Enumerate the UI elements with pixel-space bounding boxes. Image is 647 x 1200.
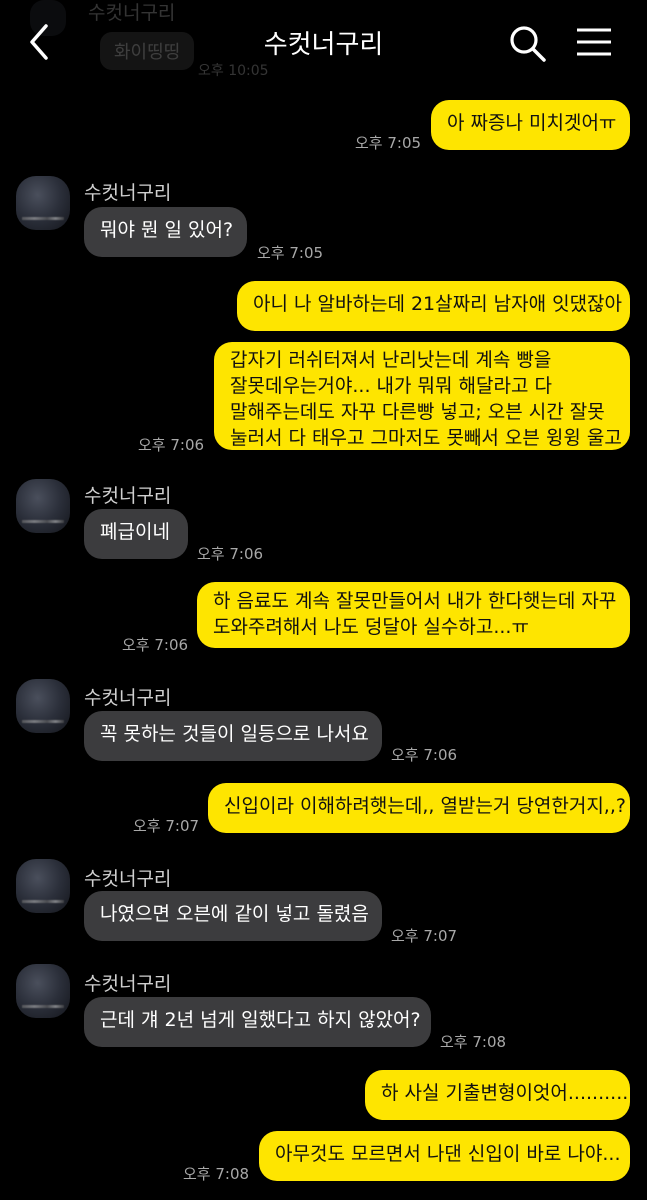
message-timestamp: 오후 7:06 bbox=[197, 545, 264, 563]
outgoing-message[interactable]: 신입이라 이해하려햇는데,, 열받는거 당연한거지,,? bbox=[208, 783, 630, 833]
outgoing-message[interactable]: 아무것도 모르면서 나댄 신입이 바로 나야... bbox=[259, 1131, 630, 1181]
menu-button[interactable] bbox=[574, 24, 614, 64]
sender-name: 수컷너구리 bbox=[84, 868, 172, 890]
outgoing-message[interactable]: 하 음료도 계속 잘못만들어서 내가 한다햇는데 자꾸 도와주려해서 나도 덩달… bbox=[197, 582, 630, 648]
sender-name: 수컷너구리 bbox=[84, 687, 172, 709]
menu-icon bbox=[577, 28, 611, 56]
message-timestamp: 오후 7:08 bbox=[183, 1165, 250, 1183]
incoming-message[interactable]: 폐급이네 bbox=[84, 509, 188, 559]
message-timestamp: 오후 7:06 bbox=[138, 436, 205, 454]
outgoing-message[interactable]: 아 짜증나 미치겟어ㅠ bbox=[431, 100, 630, 150]
outgoing-message[interactable]: 갑자기 러쉬터져서 난리낫는데 계속 빵을 잘못데우는거야... 내가 뭐뭐 해… bbox=[214, 342, 630, 450]
message-timestamp: 오후 7:05 bbox=[257, 244, 324, 262]
chat-header: 수컷너구리 bbox=[0, 0, 647, 82]
incoming-message[interactable]: 꼭 못하는 것들이 일등으로 나서요 bbox=[84, 711, 382, 761]
sender-name: 수컷너구리 bbox=[84, 182, 172, 204]
message-timestamp: 오후 7:05 bbox=[355, 134, 422, 152]
search-button[interactable] bbox=[508, 24, 548, 64]
avatar[interactable] bbox=[16, 859, 70, 913]
avatar[interactable] bbox=[16, 176, 70, 230]
message-timestamp: 오후 7:06 bbox=[122, 636, 189, 654]
incoming-message[interactable]: 근데 걔 2년 넘게 일했다고 하지 않았어? bbox=[84, 997, 431, 1047]
incoming-message[interactable]: 나였으면 오븐에 같이 넣고 돌렸음 bbox=[84, 891, 382, 941]
sender-name: 수컷너구리 bbox=[84, 485, 172, 507]
incoming-message[interactable]: 뭐야 뭔 일 있어? bbox=[84, 207, 247, 257]
avatar[interactable] bbox=[16, 479, 70, 533]
outgoing-message[interactable]: 하 사실 기출변형이엇어.......... bbox=[365, 1070, 630, 1120]
search-icon bbox=[510, 26, 546, 62]
message-timestamp: 오후 7:07 bbox=[133, 817, 200, 835]
message-timestamp: 오후 7:08 bbox=[440, 1033, 507, 1051]
outgoing-message[interactable]: 아니 나 알바하는데 21살짜리 남자애 잇댔잖아 bbox=[237, 281, 630, 331]
avatar[interactable] bbox=[16, 964, 70, 1018]
message-timestamp: 오후 7:07 bbox=[391, 927, 458, 945]
message-timestamp: 오후 7:06 bbox=[391, 746, 458, 764]
avatar[interactable] bbox=[16, 679, 70, 733]
sender-name: 수컷너구리 bbox=[84, 973, 172, 995]
chat-title: 수컷너구리 bbox=[263, 30, 384, 60]
